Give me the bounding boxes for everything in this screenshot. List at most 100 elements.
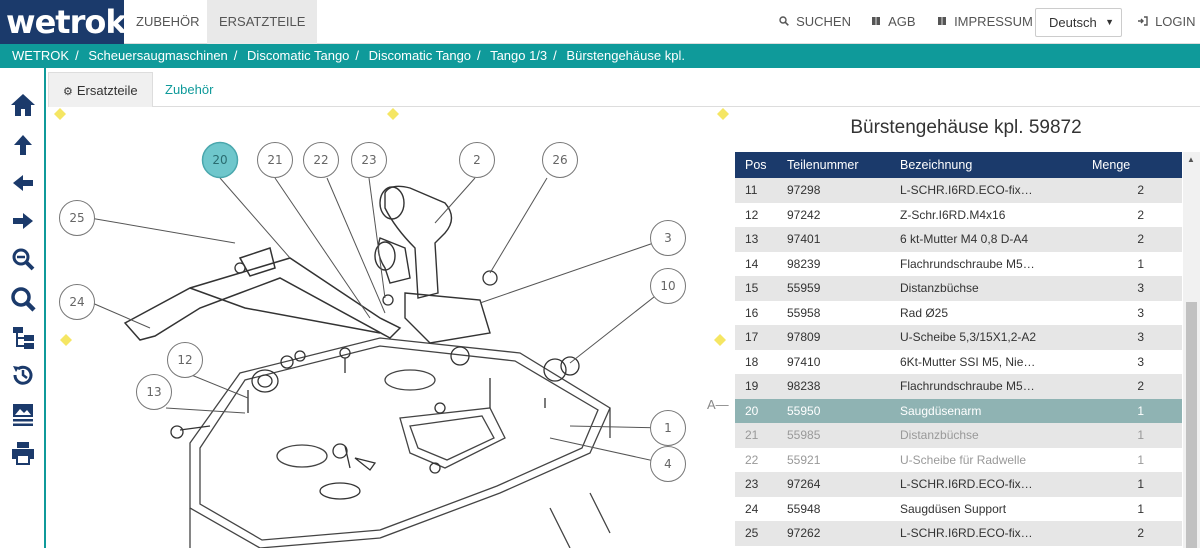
cell-teilenummer: 55950 (787, 403, 821, 418)
hotspot-markers (54, 108, 729, 346)
parts-table-container: Pos Teilenummer Bezeichnung Menge 11 9729… (735, 152, 1182, 548)
arrow-left-icon[interactable] (10, 170, 36, 196)
table-row[interactable]: 19 98238 Flachrundschraube M5… 2 (735, 374, 1182, 399)
cell-teilenummer: 55959 (787, 281, 821, 296)
exploded-parts-drawing[interactable]: 20 21 22 23 2 26 25 3 24 10 12 13 1 4 (50, 108, 740, 548)
cell-teilenummer: 97298 (787, 183, 821, 198)
table-row[interactable]: 15 55959 Distanzbüchse 3 (735, 276, 1182, 301)
home-icon[interactable] (10, 92, 36, 118)
column-header-bezeichnung[interactable]: Bezeichnung (890, 152, 1082, 178)
cell-menge: 1 (1137, 428, 1144, 443)
section-marker: A— (707, 397, 729, 412)
breadcrumb-item[interactable]: Discomatic Tango (247, 48, 349, 63)
column-header-teilenummer[interactable]: Teilenummer (777, 152, 890, 178)
cell-pos: 17 (745, 330, 759, 345)
scrollbar-thumb[interactable] (1186, 302, 1197, 548)
cell-teilenummer: 98238 (787, 379, 821, 394)
table-row[interactable]: 13 97401 6 kt-Mutter M4 0,8 D-A4 2 (735, 227, 1182, 252)
cell-teilenummer: 97262 (787, 526, 821, 541)
tab-ersatzteile-label: Ersatzteile (76, 83, 138, 98)
cell-menge: 3 (1137, 281, 1144, 296)
table-row[interactable]: 12 97242 Z-Schr.I6RD.M4x16 2 (735, 202, 1182, 227)
table-row[interactable]: 18 97410 6Kt-Mutter SSI M5, Nie… 3 (735, 349, 1182, 374)
print-icon[interactable] (10, 440, 36, 466)
login-link[interactable]: LOGIN (1137, 0, 1196, 44)
breadcrumb-item[interactable]: WETROK (12, 48, 69, 63)
suction-arm (123, 247, 402, 341)
cell-pos: 12 (745, 207, 759, 222)
breadcrumb-current: Bürstengehäuse kpl. (566, 48, 685, 63)
breadcrumb-item[interactable]: Tango 1/3 (490, 48, 547, 63)
table-row[interactable]: 23 97264 L-SCHR.I6RD.ECO-fix… 1 (735, 472, 1182, 497)
search-link[interactable]: SUCHEN (779, 0, 851, 44)
content-tabs: ⚙ Ersatzteile Zubehör (48, 72, 1200, 107)
arrow-right-icon[interactable] (10, 208, 36, 234)
breadcrumb-item[interactable]: Discomatic Tango (369, 48, 471, 63)
callout-label: 26 (552, 153, 567, 167)
table-row-selected[interactable]: 20 55950 Saugdüsenarm 1 (735, 398, 1182, 423)
table-row[interactable]: 25 97262 L-SCHR.I6RD.ECO-fix… 2 (735, 521, 1182, 546)
breadcrumb: WETROK / Scheuersaugmaschinen / Discomatic… (0, 44, 1200, 68)
callout-label: 10 (660, 279, 675, 293)
history-icon[interactable] (10, 362, 36, 388)
cell-bezeichnung: Flachrundschraube M5… (900, 379, 1035, 394)
breadcrumb-item[interactable]: Scheuersaugmaschinen (88, 48, 227, 63)
nav-tab-ersatzteile[interactable]: ERSATZTEILE (207, 0, 318, 44)
arrow-up-icon[interactable] (10, 132, 36, 158)
brush-housing-plate (189, 337, 611, 548)
cell-pos: 24 (745, 501, 759, 516)
parts-table: Pos Teilenummer Bezeichnung Menge 11 9729… (735, 152, 1182, 546)
wetrok-logo[interactable]: wetrok® (0, 0, 133, 44)
table-row[interactable]: 14 98239 Flachrundschraube M5… 1 (735, 251, 1182, 276)
impressum-link-label: IMPRESSUM (954, 14, 1033, 29)
tab-zubehoer[interactable]: Zubehör (151, 72, 227, 107)
logo-text: wetrok (6, 3, 127, 41)
scroll-up-icon[interactable]: ▲ (1187, 155, 1195, 164)
nav-tab-zubehoer[interactable]: ZUBEHÖR (124, 0, 212, 44)
cell-menge: 2 (1137, 207, 1144, 222)
cell-bezeichnung: L-SCHR.I6RD.ECO-fix… (900, 477, 1033, 492)
table-row[interactable]: 24 55948 Saugdüsen Support 1 (735, 496, 1182, 521)
callout-label: 2 (473, 153, 481, 167)
cell-menge: 2 (1137, 183, 1144, 198)
cell-pos: 14 (745, 256, 759, 271)
callout-label: 22 (313, 153, 328, 167)
leader-lines (89, 177, 669, 465)
cell-bezeichnung: Flachrundschraube M5… (900, 256, 1035, 271)
cell-teilenummer: 55985 (787, 428, 821, 443)
cell-teilenummer: 97809 (787, 330, 821, 345)
cell-pos: 16 (745, 305, 759, 320)
table-row[interactable]: 16 55958 Rad Ø25 3 (735, 300, 1182, 325)
suction-elbow (374, 185, 491, 344)
agb-link[interactable]: AGB (871, 0, 916, 44)
image-list-icon[interactable] (10, 402, 36, 428)
column-header-pos[interactable]: Pos (735, 152, 777, 178)
gear-icon: ⚙ (63, 86, 73, 98)
callout-label: 13 (146, 385, 161, 399)
callout-label: 23 (361, 153, 376, 167)
cell-teilenummer: 55958 (787, 305, 821, 320)
language-select[interactable]: Deutsch ▼ (1035, 8, 1122, 37)
cell-pos: 15 (745, 281, 759, 296)
cell-menge: 1 (1137, 501, 1144, 516)
table-row[interactable]: 11 97298 L-SCHR.I6RD.ECO-fix… 2 (735, 178, 1182, 203)
tree-icon[interactable] (10, 324, 36, 350)
impressum-link[interactable]: IMPRESSUM (937, 0, 1033, 44)
cell-pos: 20 (745, 403, 759, 418)
zoom-in-icon[interactable] (10, 286, 36, 312)
callout-label: 12 (177, 353, 192, 367)
callout-label: 25 (69, 211, 84, 225)
table-row[interactable]: 21 55985 Distanzbüchse 1 (735, 423, 1182, 448)
zoom-out-icon[interactable] (10, 246, 36, 272)
cell-pos: 18 (745, 354, 759, 369)
cell-bezeichnung: 6 kt-Mutter M4 0,8 D-A4 (900, 232, 1029, 247)
cell-menge: 2 (1137, 379, 1144, 394)
cell-bezeichnung: Z-Schr.I6RD.M4x16 (900, 207, 1006, 222)
table-row[interactable]: 22 55921 U-Scheibe für Radwelle 1 (735, 447, 1182, 472)
table-scrollbar[interactable]: ▲ (1183, 152, 1200, 548)
table-row[interactable]: 17 97809 U-Scheibe 5,3/15X1,2-A2 3 (735, 325, 1182, 350)
cell-bezeichnung: Rad Ø25 (900, 305, 949, 320)
cell-bezeichnung: Distanzbüchse (900, 281, 979, 296)
column-header-menge[interactable]: Menge (1082, 152, 1182, 178)
tab-ersatzteile[interactable]: ⚙ Ersatzteile (48, 72, 153, 107)
